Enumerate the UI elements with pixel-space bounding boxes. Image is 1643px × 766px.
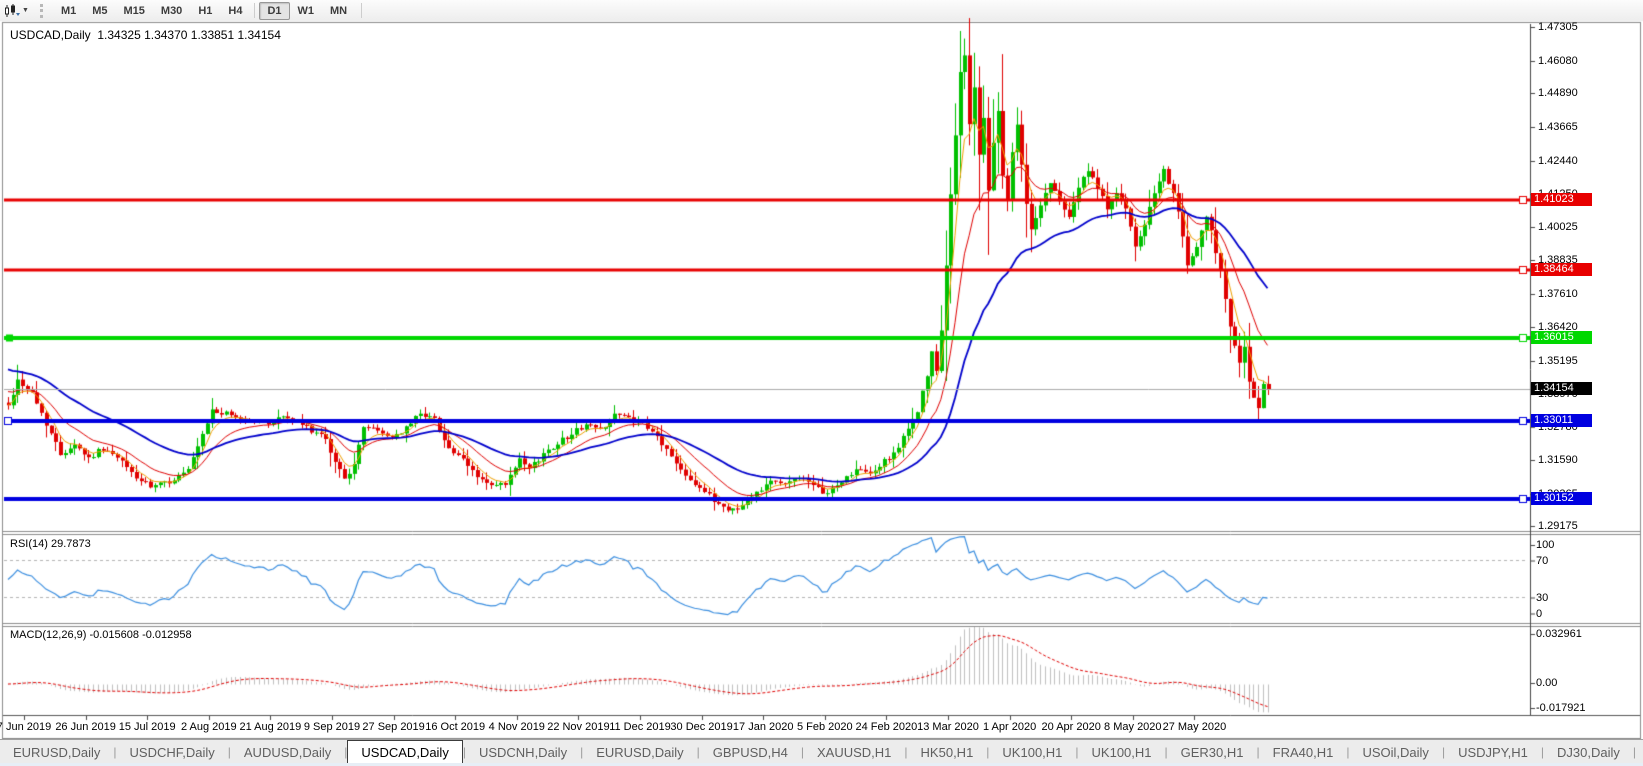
chart-tab-audusd-2[interactable]: AUDUSD,Daily [231, 740, 344, 764]
date-axis-label: 11 Dec 2019 [609, 721, 671, 733]
chart-tab-xauusd-7[interactable]: XAUUSD,H1 [804, 740, 904, 764]
date-axis-label: 2 Aug 2019 [181, 721, 237, 733]
date-axis-label: 26 Jun 2019 [55, 721, 116, 733]
date-axis-label: 21 Aug 2019 [239, 721, 301, 733]
chart-tab-uk100-10[interactable]: UK100,H1 [1079, 740, 1165, 764]
chart-tab-usoil-13[interactable]: USOil,Daily [1349, 740, 1441, 764]
hline-price-label: 1.41023 [1531, 193, 1592, 206]
date-axis-label: 13 Mar 2020 [917, 721, 979, 733]
macd-axis-label: 0.032961 [1536, 628, 1582, 640]
date-axis-label: 24 Feb 2020 [856, 721, 918, 733]
rsi-axis-label: 100 [1536, 539, 1554, 551]
date-axis-label: 27 May 2020 [1163, 721, 1227, 733]
price-axis-tick: 1.29175 [1538, 520, 1578, 532]
date-axis-label: 22 Nov 2019 [547, 721, 609, 733]
rsi-indicator-label: RSI(14) 29.7873 [10, 538, 91, 550]
price-axis-tick: 1.35195 [1538, 355, 1578, 367]
rsi-axis-label: 70 [1536, 555, 1548, 567]
chart-tab-uk100-9[interactable]: UK100,H1 [989, 740, 1075, 764]
price-axis-tick: 1.47305 [1538, 21, 1578, 33]
date-axis-label: 4 Nov 2019 [489, 721, 545, 733]
date-axis-label: 20 Apr 2020 [1042, 721, 1101, 733]
date-axis-label: 30 Dec 2019 [670, 721, 732, 733]
chart-tab-hk50-8[interactable]: HK50,H1 [908, 740, 987, 764]
hline-price-label: 1.38464 [1531, 263, 1592, 276]
date-axis-label: 16 Oct 2019 [425, 721, 485, 733]
date-axis-label: 9 Sep 2019 [304, 721, 360, 733]
price-axis-tick: 1.44890 [1538, 87, 1578, 99]
price-axis-tick: 1.43665 [1538, 121, 1578, 133]
price-axis-tick: 1.46080 [1538, 55, 1578, 67]
chart-tab-usdjpy-14[interactable]: USDJPY,H1 [1445, 740, 1541, 764]
date-axis-label: 27 Sep 2019 [362, 721, 424, 733]
date-axis-label: 8 May 2020 [1104, 721, 1161, 733]
tab-separator: | [1633, 740, 1636, 764]
chart-symbol-period: USDCAD,Daily [10, 28, 91, 42]
date-axis-label: 5 Feb 2020 [797, 721, 853, 733]
chart-tab-bar: EURUSD,Daily|USDCHF,Daily|AUDUSD,Daily|U… [0, 739, 1643, 764]
price-axis-tick: 1.31590 [1538, 454, 1578, 466]
chart-canvas[interactable] [0, 0, 1643, 766]
chart-ohlc-quotes: 1.34325 1.34370 1.33851 1.34154 [97, 28, 281, 42]
chart-tab-gbpusd-6[interactable]: GBPUSD,H4 [700, 740, 801, 764]
price-axis-tick: 1.40025 [1538, 221, 1578, 233]
trading-platform-window: ▼ M1M5M15M30H1H4D1W1MN USDCAD,Daily 1.34… [0, 0, 1643, 766]
date-axis-label: 1 Apr 2020 [983, 721, 1036, 733]
current-price-label: 1.34154 [1531, 382, 1592, 395]
rsi-axis-label: 30 [1536, 592, 1548, 604]
hline-price-label: 1.30152 [1531, 492, 1592, 505]
hline-price-label: 1.36015 [1531, 331, 1592, 344]
date-axis-label: 17 Jan 2020 [733, 721, 794, 733]
rsi-axis-label: 0 [1536, 608, 1542, 620]
chart-tab-usdcad-3[interactable]: USDCAD,Daily [347, 740, 462, 764]
date-axis-label: 7 Jun 2019 [0, 721, 51, 733]
date-axis-label: 15 Jul 2019 [119, 721, 176, 733]
price-axis-tick: 1.42440 [1538, 155, 1578, 167]
chart-tab-eurusd-0[interactable]: EURUSD,Daily [0, 740, 113, 764]
chart-tab-dj30-15[interactable]: DJ30,Daily [1544, 740, 1633, 764]
chart-tab-ger30-11[interactable]: GER30,H1 [1168, 740, 1257, 764]
macd-axis-label: 0.00 [1536, 677, 1557, 689]
chart-tab-fra40-12[interactable]: FRA40,H1 [1260, 740, 1347, 764]
macd-axis-label: -0.017921 [1536, 702, 1586, 714]
chart-tab-usdchf-1[interactable]: USDCHF,Daily [117, 740, 228, 764]
macd-indicator-label: MACD(12,26,9) -0.015608 -0.012958 [10, 629, 192, 641]
chart-title: USDCAD,Daily 1.34325 1.34370 1.33851 1.3… [10, 28, 281, 42]
chart-tab-eurusd-5[interactable]: EURUSD,Daily [583, 740, 696, 764]
price-axis-tick: 1.37610 [1538, 288, 1578, 300]
chart-tab-usdcnh-4[interactable]: USDCNH,Daily [466, 740, 580, 764]
hline-price-label: 1.33011 [1531, 414, 1592, 427]
